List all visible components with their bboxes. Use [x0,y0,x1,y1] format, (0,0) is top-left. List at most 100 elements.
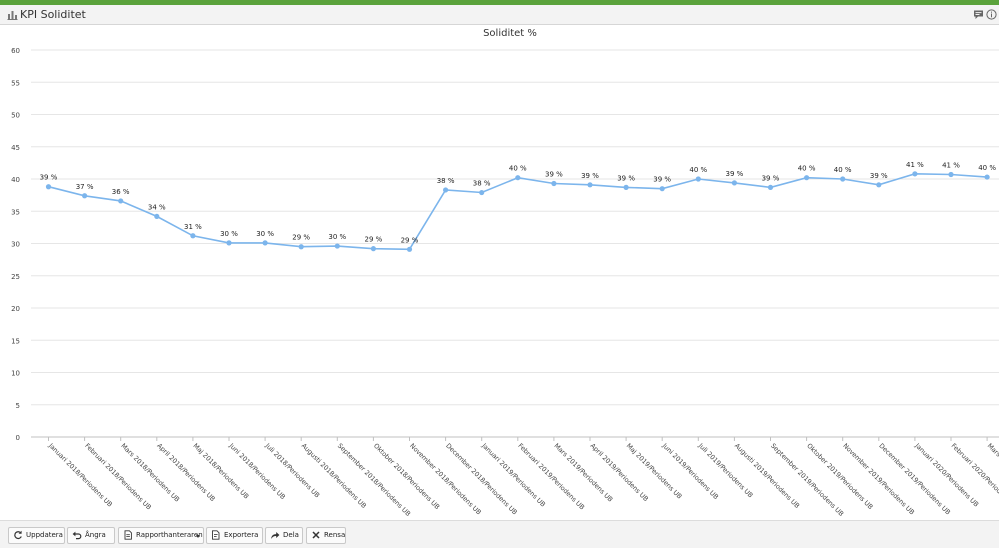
x-tick-label: November 2019/Periodens UB [841,442,916,517]
panel-title: KPI Soliditet [20,8,86,21]
x-tick-label: December 2019/Periodens UB [877,442,952,517]
data-point [82,193,88,199]
share-icon [271,532,280,539]
data-label: 40 % [978,164,996,172]
x-tick-label: Februari 2019/Periodens UB [516,442,586,512]
data-label: 39 % [762,174,780,182]
refresh-icon [14,530,22,540]
x-tick-label: Oktober 2018/Periodens UB [372,442,441,511]
data-label: 39 % [653,176,671,184]
data-label: 39 % [617,174,635,182]
data-point [695,176,701,182]
clear-icon [312,531,320,539]
data-point [623,184,629,190]
data-label: 40 % [834,166,852,174]
y-tick-label: 40 [11,176,20,184]
y-tick-label: 30 [11,241,20,249]
data-point [370,246,376,252]
data-label: 30 % [328,233,346,241]
clear-button-label: Rensa [324,531,346,539]
data-label: 41 % [942,161,960,169]
data-label: 39 % [40,174,58,182]
data-point [587,182,593,188]
data-point [551,180,557,187]
y-tick-label: 5 [16,402,20,410]
data-label: 37 % [76,183,94,191]
data-point [912,171,918,177]
info-icon[interactable] [986,9,997,20]
data-label: 31 % [184,223,202,231]
x-tick-label: Oktober 2019/Periodens UB [805,442,874,511]
clear-button[interactable]: Rensa [306,527,346,544]
data-point [515,175,521,181]
data-point [298,244,304,250]
data-label: 40 % [689,166,707,174]
x-tick-label: December 2018/Periodens UB [444,442,519,517]
data-label: 39 % [545,171,563,179]
y-tick-label: 20 [11,305,20,313]
data-point [262,240,268,246]
x-tick-label: September 2019/Periodens UB [769,442,845,518]
x-tick-label: Mars 2019/Periodens UB [552,442,614,504]
data-point [479,189,485,196]
export-icon [212,530,220,540]
data-label: 39 % [870,172,888,180]
data-point [659,186,665,192]
share-button[interactable]: Dela [265,527,303,544]
data-label: 29 % [365,236,383,244]
y-tick-label: 60 [11,47,20,55]
data-label: 41 % [906,161,924,169]
undo-button-label: Ångra [85,531,106,539]
data-label: 29 % [401,236,419,244]
bar-chart-icon [7,11,18,20]
x-tick-label: September 2018/Periodens UB [336,442,412,518]
x-tick-label: Augusti 2019/Periodens UB [733,442,801,510]
data-point [767,184,774,190]
data-point [118,198,124,204]
data-point [226,240,232,246]
y-tick-label: 55 [11,79,20,87]
x-tick-label: Januari 2019/Periodens UB [480,441,548,509]
data-point [45,184,52,190]
line-chart: Soliditet % 0 5 10 15 20 25 30 35 40 45 50 55 60 Janu… [11,28,999,518]
data-point [731,180,738,186]
chart-title: Soliditet % [483,28,537,39]
panel-header: KPI Soliditet [0,5,999,25]
data-label: 39 % [726,170,744,178]
y-tick-label: 10 [11,370,20,378]
data-point [443,187,449,193]
data-label: 29 % [292,234,310,242]
x-tick-label: Augusti 2018/Periodens UB [300,442,368,510]
data-point [876,182,882,188]
x-tick-label: November 2018/Periodens UB [408,442,483,517]
data-point [804,175,810,181]
y-tick-label: 0 [16,434,20,442]
data-point [984,174,990,180]
update-button-label: Uppdatera [26,531,63,539]
data-point [190,233,196,239]
undo-button[interactable]: Ångra [67,527,115,544]
report-manager-button[interactable]: Rapporthanteraren [118,527,204,544]
data-point [406,246,413,252]
export-button[interactable]: Exportera [206,527,263,544]
data-label: 30 % [256,230,274,238]
y-tick-label: 50 [11,112,20,120]
export-button-label: Exportera [224,531,259,539]
comment-icon[interactable] [973,9,984,20]
x-tick-label: Januari 2018/Periodens UB [46,441,114,509]
y-tick-label: 35 [11,208,20,216]
data-label: 30 % [220,230,238,238]
y-tick-label: 25 [11,273,20,281]
data-label: 38 % [473,180,491,188]
y-tick-label: 15 [11,337,20,345]
report-manager-button-label: Rapporthanteraren [136,531,203,539]
bottom-toolbar: Uppdatera Ångra Rapporthanteraren Export… [0,520,999,548]
y-tick-label: 45 [11,144,20,152]
data-point [948,171,954,178]
chevron-down-icon [196,535,200,538]
update-button[interactable]: Uppdatera [8,527,65,544]
x-tick-label: Januari 2020/Periodens UB [913,441,981,509]
data-point [840,176,846,182]
data-point [334,243,340,249]
x-tick-label: Februari 2018/Periodens UB [83,442,153,512]
